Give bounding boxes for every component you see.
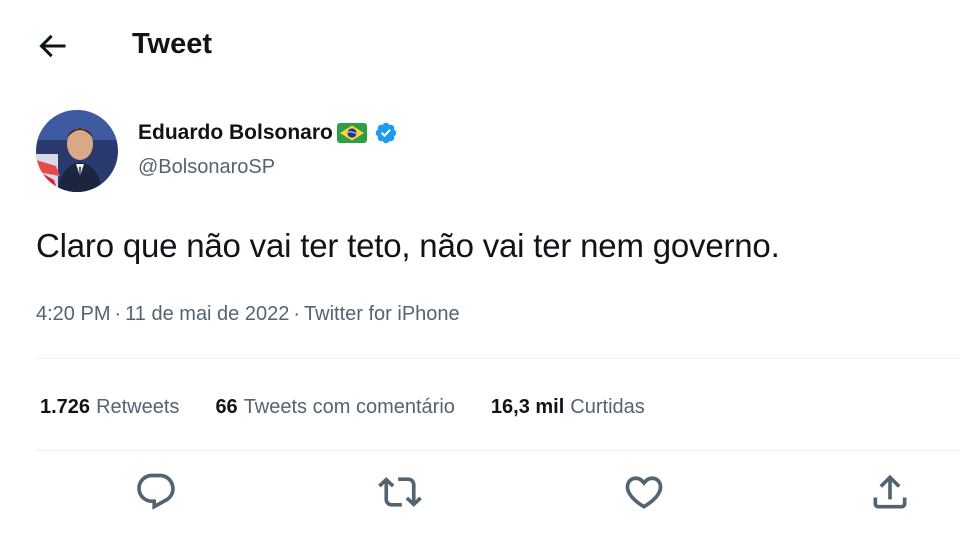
like-icon (625, 476, 663, 509)
quote-tweets-count: 66 (215, 395, 238, 418)
author-name-row: Eduardo Bolsonaro (138, 118, 398, 148)
tweet-date[interactable]: 11 de mai de 2022 (125, 300, 289, 328)
retweets-label: Retweets (96, 395, 180, 418)
quote-tweets-label: Tweets com comentário (243, 395, 455, 418)
quote-tweets-stat[interactable]: 66 Tweets com comentário (215, 396, 454, 419)
share-icon (873, 474, 907, 509)
retweets-count: 1.726 (40, 395, 91, 418)
reply-button[interactable] (134, 470, 178, 514)
divider (36, 450, 960, 451)
brazil-flag-icon (336, 122, 368, 144)
like-button[interactable] (622, 470, 666, 514)
arrow-left-icon (39, 34, 66, 58)
verified-badge-icon (374, 121, 398, 145)
page-title: Tweet (132, 28, 213, 60)
tweet-stats: 1.726 Retweets 66 Tweets com comentário … (40, 392, 681, 422)
author-handle[interactable]: @BolsonaroSP (138, 154, 275, 180)
likes-count: 16,3 mil (490, 395, 565, 418)
tweet-time[interactable]: 4:20 PM (36, 300, 110, 328)
meta-separator: · (293, 303, 301, 325)
tweet-header: Tweet (0, 0, 960, 90)
tweet-actions (0, 470, 960, 514)
tweet-source[interactable]: Twitter for iPhone (304, 300, 460, 328)
avatar[interactable] (36, 110, 118, 192)
share-button[interactable] (868, 470, 912, 514)
back-button[interactable] (34, 28, 70, 64)
author-display-name[interactable]: Eduardo Bolsonaro (138, 119, 333, 147)
profile-photo (36, 110, 118, 192)
retweet-icon (378, 477, 422, 507)
likes-label: Curtidas (570, 395, 645, 418)
reply-icon (137, 473, 175, 510)
likes-stat[interactable]: 16,3 mil Curtidas (491, 396, 645, 419)
tweet-text: Claro que não vai ter teto, não vai ter … (36, 227, 780, 264)
retweet-button[interactable] (378, 470, 422, 514)
meta-separator: · (114, 303, 122, 325)
tweet-metadata: 4:20 PM · 11 de mai de 2022 · Twitter for iP… (36, 300, 460, 328)
retweets-stat[interactable]: 1.726 Retweets (40, 396, 179, 419)
divider (36, 358, 960, 359)
